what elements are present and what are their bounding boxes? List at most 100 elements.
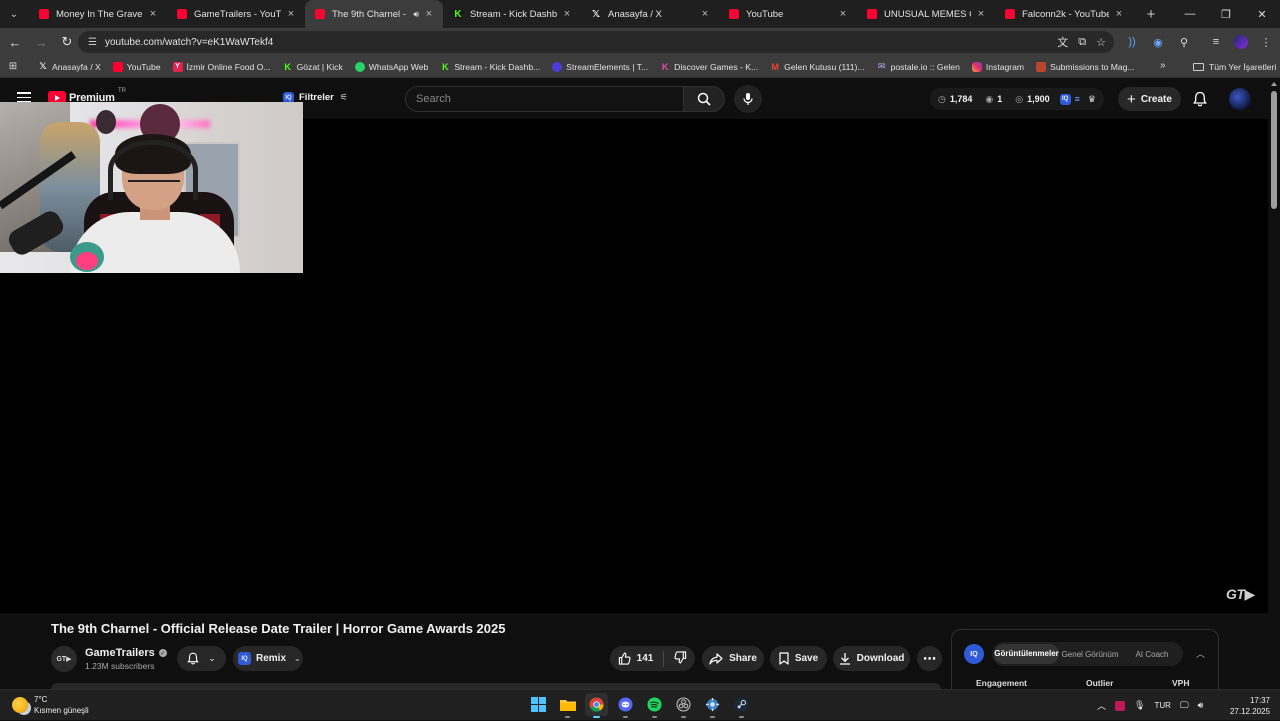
tray-overflow-chevron-icon[interactable]: ︿ xyxy=(1097,699,1106,712)
more-actions-button[interactable]: ⋯ xyxy=(917,646,942,671)
close-icon[interactable]: × xyxy=(975,8,987,20)
user-avatar[interactable] xyxy=(1229,88,1251,110)
close-icon[interactable]: × xyxy=(285,8,297,20)
vidiq-tab-overview[interactable]: Genel Görünüm xyxy=(1059,650,1121,659)
bookmark-item[interactable]: M Gelen Kutusu (111)... xyxy=(770,62,864,72)
chrome-button[interactable] xyxy=(585,693,608,718)
restore-icon[interactable]: ❐ xyxy=(1208,0,1244,28)
new-tab-plus-icon[interactable]: + xyxy=(1139,2,1163,26)
bookmark-item[interactable]: Instagram xyxy=(971,61,1024,72)
share-button[interactable]: Share xyxy=(702,646,764,671)
extension-audio-icon[interactable]: )) xyxy=(1124,36,1140,48)
all-bookmarks-folder[interactable]: Tüm Yer İşaretleri xyxy=(1193,56,1276,78)
tray-app-icon[interactable] xyxy=(1115,700,1126,711)
search-input[interactable] xyxy=(416,93,683,105)
close-icon[interactable]: × xyxy=(837,8,849,20)
reading-list-icon[interactable]: ≡ xyxy=(1208,36,1224,48)
window-close-icon[interactable]: ✕ xyxy=(1244,0,1280,28)
forward-arrow-icon[interactable]: → xyxy=(28,29,54,55)
clock-time: 17:37 xyxy=(1249,696,1270,705)
trophy-icon[interactable]: ♛ xyxy=(1088,94,1096,105)
browser-tab[interactable]: GameTrailers - YouTube × xyxy=(167,0,305,28)
reload-icon[interactable]: ↻ xyxy=(54,29,80,55)
tab-title: Stream - Kick Dashboard xyxy=(470,8,557,20)
list-icon[interactable]: ≡ xyxy=(1075,94,1080,104)
minimize-icon[interactable]: — xyxy=(1172,0,1208,28)
extensions-puzzle-icon[interactable]: ⚲ xyxy=(1176,36,1192,49)
browser-tab-active[interactable]: The 9th Charnel - Offi 🔊︎ × xyxy=(305,0,443,28)
bookmark-item[interactable]: K Gözat | Kick xyxy=(283,62,342,72)
url-text[interactable]: youtube.com/watch?v=eK1WaWTekf4 xyxy=(105,37,273,48)
start-button[interactable] xyxy=(527,693,550,716)
volume-icon[interactable]: 🔊︎ xyxy=(1198,700,1204,711)
bookmark-item[interactable]: K Stream - Kick Dashb... xyxy=(440,62,540,72)
bookmark-star-icon[interactable]: ☆ xyxy=(1096,36,1106,49)
page-scrollbar[interactable] xyxy=(1268,79,1280,687)
discord-button[interactable] xyxy=(614,693,637,718)
voice-search-button[interactable] xyxy=(734,85,762,113)
dislike-button[interactable] xyxy=(674,650,687,667)
menu-kebab-icon[interactable]: ⋮ xyxy=(1258,36,1274,49)
obs-button[interactable] xyxy=(672,693,695,718)
browser-tab[interactable]: K Stream - Kick Dashboard × xyxy=(443,0,581,28)
vidiq-tab-ai-coach[interactable]: AI Coach xyxy=(1121,650,1183,659)
bookmark-item[interactable]: StreamElements | T... xyxy=(552,61,648,72)
channel-avatar[interactable]: GT▶ xyxy=(51,646,77,672)
search-button[interactable] xyxy=(683,86,725,112)
notifications-bell-icon[interactable] xyxy=(1191,89,1209,109)
subscribed-notification-button[interactable]: ⌄ xyxy=(177,646,226,671)
back-arrow-icon[interactable]: ← xyxy=(2,29,28,55)
vidiq-remix-button[interactable]: IQ Remix ⌄ xyxy=(233,646,303,671)
vidiq-icon[interactable]: IQ xyxy=(1059,93,1071,105)
create-button[interactable]: + Create xyxy=(1118,87,1181,111)
app-button[interactable] xyxy=(701,693,724,718)
download-button[interactable]: Download xyxy=(833,646,910,671)
close-icon[interactable]: × xyxy=(147,8,159,20)
translate-icon[interactable]: 文 xyxy=(1057,34,1068,50)
browser-tab[interactable]: Money In The Grave x Lay × xyxy=(29,0,167,28)
vidiq-stats-bar[interactable]: ◷ 1,784 ◉ 1 ◎ 1,900 IQ ≡ ♛ xyxy=(930,88,1104,110)
system-clock[interactable]: 17:37 27.12.2025 xyxy=(1222,695,1270,717)
chevron-up-icon[interactable]: ︿ xyxy=(1196,647,1205,660)
close-icon[interactable]: × xyxy=(561,8,573,20)
bookmark-item[interactable]: ✉ postale.io :: Gelen xyxy=(877,61,960,72)
browser-tab[interactable]: YouTube × xyxy=(719,0,857,28)
save-button[interactable]: Save xyxy=(770,646,827,671)
spotify-icon xyxy=(647,697,662,712)
like-button[interactable]: 141 xyxy=(618,652,653,665)
bookmark-item[interactable]: Submissions to Mag... xyxy=(1036,61,1135,72)
apps-grid-icon[interactable]: ⊞ xyxy=(0,61,26,72)
browser-tab[interactable]: UNUSUAL MEMES COMP × xyxy=(857,0,995,28)
network-icon[interactable]: 🖵︎ xyxy=(1180,700,1189,711)
vidiq-extension-icon[interactable]: ◉ xyxy=(1150,36,1166,49)
speaker-icon[interactable]: 🔊︎ xyxy=(413,9,419,20)
download-label: Download xyxy=(856,653,905,664)
site-settings-icon[interactable]: ☰ xyxy=(88,37,97,48)
bookmark-item[interactable]: 𝕏 Anasayfa / X xyxy=(38,61,100,72)
microphone-tray-icon[interactable]: 🎙︎ xyxy=(1134,700,1145,711)
address-bar[interactable]: ☰ youtube.com/watch?v=eK1WaWTekf4 文 ⧉ ☆ xyxy=(78,31,1114,53)
bookmark-item[interactable]: YouTube xyxy=(112,61,161,72)
close-icon[interactable]: × xyxy=(1113,8,1125,20)
file-explorer-button[interactable] xyxy=(556,693,579,718)
scrollbar-thumb[interactable] xyxy=(1271,91,1277,209)
more-bookmarks-chevron-icon[interactable]: » xyxy=(1160,60,1166,71)
column-outlier: Outlier xyxy=(1086,678,1114,688)
steam-button[interactable] xyxy=(730,693,753,718)
profile-avatar-icon[interactable] xyxy=(1234,35,1248,49)
browser-tab[interactable]: 𝕏 Anasayfa / X × xyxy=(581,0,719,28)
bookmark-item[interactable]: WhatsApp Web xyxy=(354,61,428,72)
bookmark-item[interactable]: K Discover Games - K... xyxy=(660,62,758,72)
tab-search-chevron-icon[interactable]: ⌄ xyxy=(3,3,25,25)
browser-tab[interactable]: Falconn2k - YouTube × xyxy=(995,0,1133,28)
close-icon[interactable]: × xyxy=(423,8,435,20)
weather-widget[interactable]: 7°C Kısmen güneşli xyxy=(12,694,89,716)
bookmark-item[interactable]: Y İzmir Online Food O... xyxy=(172,61,271,72)
install-app-icon[interactable]: ⧉ xyxy=(1078,36,1086,49)
vidiq-tab-views[interactable]: Görüntülenmeler xyxy=(994,644,1060,664)
input-language[interactable]: TUR xyxy=(1154,701,1170,710)
close-icon[interactable]: × xyxy=(699,8,711,20)
spotify-button[interactable] xyxy=(643,693,666,718)
scroll-up-arrow-icon[interactable] xyxy=(1271,82,1277,86)
channel-name-link[interactable]: GameTrailers ✓ xyxy=(85,647,167,659)
